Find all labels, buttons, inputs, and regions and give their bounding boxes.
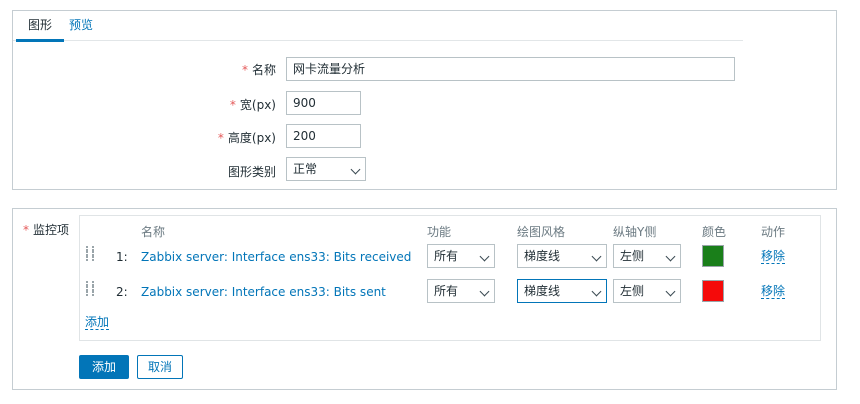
required-mark: * — [217, 131, 224, 145]
header-color: 颜色 — [702, 225, 727, 239]
remove-link[interactable]: 移除 — [761, 249, 786, 264]
items-label-text: 监控项 — [33, 223, 70, 237]
y-axis-side-select[interactable]: 左侧 — [613, 244, 681, 268]
y-axis-side-value: 左侧 — [620, 284, 645, 298]
header-name: 名称 — [141, 225, 166, 239]
chevron-down-icon — [350, 164, 361, 175]
header-function: 功能 — [427, 225, 452, 239]
remove-link[interactable]: 移除 — [761, 284, 786, 299]
drag-handle-icon[interactable] — [86, 281, 94, 299]
chevron-down-icon — [591, 251, 602, 262]
name-label-text: 名称 — [251, 63, 276, 77]
chevron-down-icon — [479, 286, 490, 297]
width-label-text: 宽(px) — [239, 98, 276, 112]
draw-style-select[interactable]: 梯度线 — [517, 244, 607, 268]
graph-type-value: 正常 — [293, 162, 318, 176]
y-axis-side-select[interactable]: 左侧 — [613, 279, 681, 303]
name-label: * 名称 — [242, 61, 276, 78]
add-item-link[interactable]: 添加 — [85, 315, 110, 330]
name-input[interactable]: 网卡流量分析 — [286, 57, 735, 81]
graph-form-panel: 图形 预览 * 名称 网卡流量分析 * 宽(px) 900 * 高度(px) 200 … — [12, 10, 837, 190]
item-name-link[interactable]: Zabbix server: Interface ens33: Bits sen… — [141, 285, 386, 299]
color-swatch[interactable] — [702, 245, 724, 267]
height-label-text: 高度(px) — [227, 131, 276, 145]
color-swatch[interactable] — [702, 280, 724, 302]
tab-bar: 图形 预览 — [13, 11, 743, 42]
function-select[interactable]: 所有 — [427, 244, 495, 268]
items-table: 名称 功能 绘图风格 纵轴Y侧 颜色 动作 1: Zabbix server: … — [79, 215, 821, 341]
tab-preview[interactable]: 预览 — [69, 11, 93, 41]
header-action: 动作 — [761, 225, 786, 239]
header-y-axis-side: 纵轴Y侧 — [613, 225, 657, 239]
chevron-down-icon — [591, 286, 602, 297]
chevron-down-icon — [665, 251, 676, 262]
drag-handle-icon[interactable] — [86, 246, 94, 264]
item-name-link[interactable]: Zabbix server: Interface ens33: Bits rec… — [141, 250, 411, 264]
height-label: * 高度(px) — [218, 129, 276, 146]
width-label: * 宽(px) — [230, 96, 276, 113]
function-value: 所有 — [434, 284, 459, 298]
items-label: * 监控项 — [23, 221, 69, 238]
row-number: 1: — [116, 250, 128, 264]
draw-style-value: 梯度线 — [524, 249, 561, 263]
function-value: 所有 — [434, 249, 459, 263]
required-mark: * — [23, 223, 29, 237]
cancel-button[interactable]: 取消 — [137, 355, 183, 379]
items-panel: * 监控项 名称 功能 绘图风格 纵轴Y侧 颜色 动作 1: Zabbix ser… — [12, 208, 837, 390]
width-input[interactable]: 900 — [286, 91, 361, 115]
required-mark: * — [241, 63, 248, 77]
graph-type-label: 图形类别 — [227, 165, 276, 179]
chevron-down-icon — [665, 286, 676, 297]
draw-style-value: 梯度线 — [524, 284, 561, 298]
required-mark: * — [229, 98, 236, 112]
function-select[interactable]: 所有 — [427, 279, 495, 303]
graph-type-select[interactable]: 正常 — [286, 157, 366, 181]
add-button[interactable]: 添加 — [79, 355, 129, 379]
height-input[interactable]: 200 — [286, 124, 361, 148]
row-number: 2: — [116, 285, 128, 299]
draw-style-select[interactable]: 梯度线 — [517, 279, 607, 303]
tab-graph[interactable]: 图形 — [16, 11, 64, 42]
y-axis-side-value: 左侧 — [620, 249, 645, 263]
header-draw-style: 绘图风格 — [517, 225, 566, 239]
chevron-down-icon — [479, 251, 490, 262]
